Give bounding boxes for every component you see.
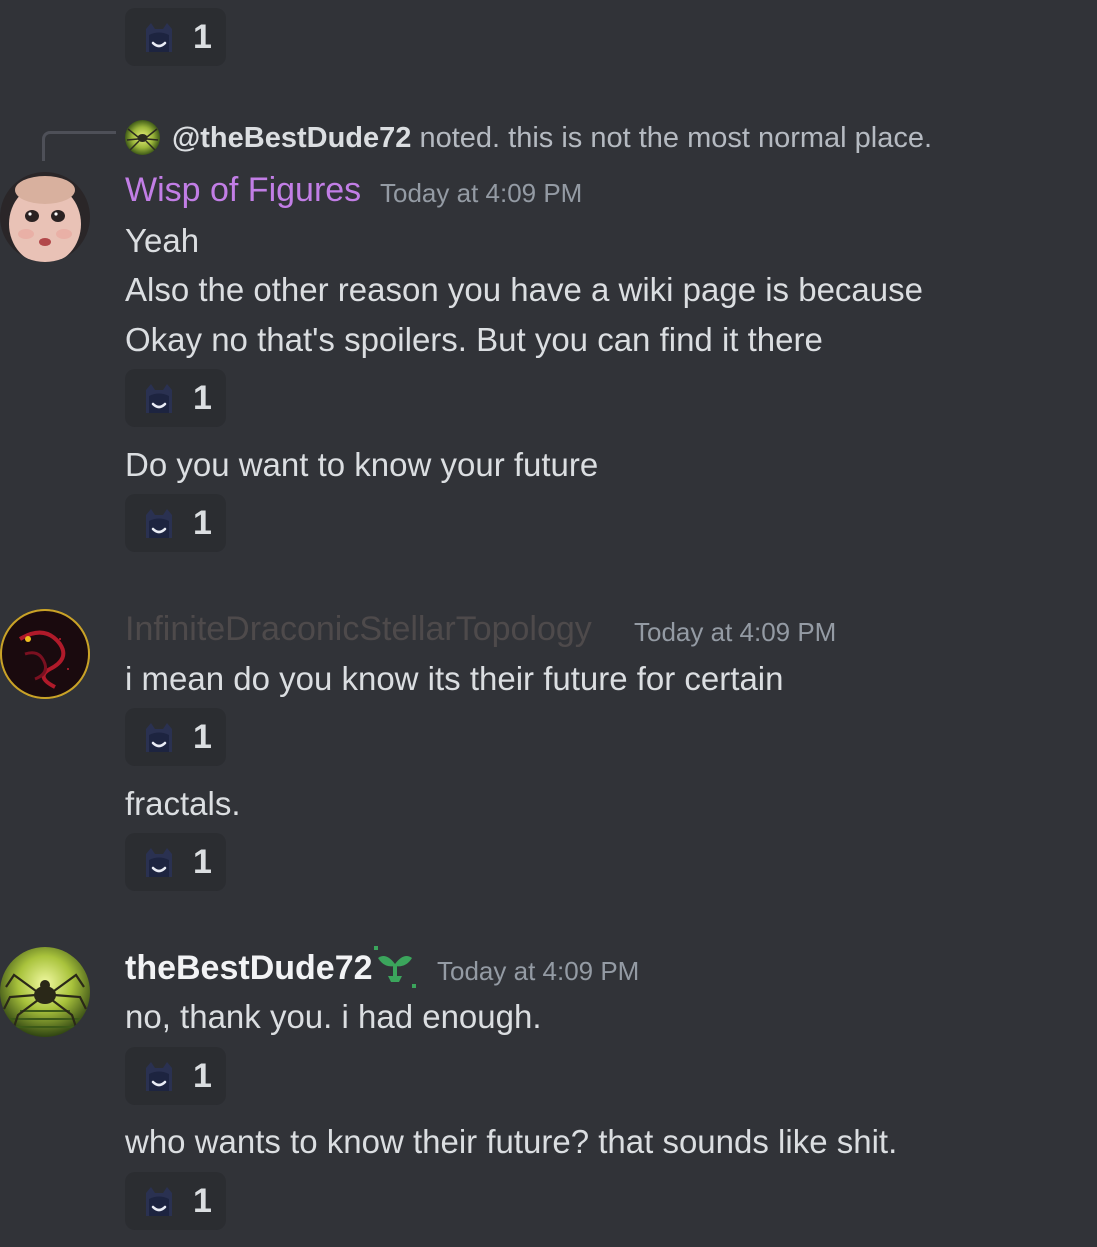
message-text: who wants to know their future? that sou… — [125, 1123, 898, 1160]
reply-text: noted. this is not the most normal place… — [419, 122, 933, 154]
reply-mention[interactable]: @theBestDude72 — [172, 122, 411, 154]
reaction-count: 1 — [193, 379, 212, 417]
reply-preview[interactable]: @theBestDude72 noted. this is not the mo… — [172, 118, 932, 158]
dragon-avatar-icon — [0, 609, 90, 699]
reaction-button[interactable]: 1 — [125, 833, 226, 891]
message-line: i mean do you know its their future for … — [125, 660, 784, 697]
hooded-face-emoji-icon — [141, 1185, 177, 1217]
reaction-button[interactable]: 1 — [125, 369, 226, 427]
reaction-button[interactable]: 1 — [125, 494, 226, 552]
message-line: Also the other reason you have a wiki pa… — [125, 271, 923, 308]
avatar-infinite-draconic[interactable] — [0, 609, 90, 699]
message-text: Do you want to know your future — [125, 446, 599, 483]
hooded-face-emoji-icon — [141, 21, 177, 53]
timestamp[interactable]: Today at 4:09 PM — [437, 956, 639, 986]
reaction-count: 1 — [193, 504, 212, 542]
message-text: fractals. — [125, 785, 241, 822]
reaction-count: 1 — [193, 1057, 212, 1095]
timestamp[interactable]: Today at 4:09 PM — [634, 617, 836, 647]
hooded-face-emoji-icon — [141, 382, 177, 414]
hooded-face-emoji-icon — [141, 721, 177, 753]
avatar-thebestdude72[interactable] — [0, 947, 90, 1037]
reaction-button[interactable]: 1 — [125, 708, 226, 766]
message-line: Yeah — [125, 222, 200, 259]
reaction-count: 1 — [193, 1182, 212, 1220]
reply-connector — [42, 131, 116, 161]
spider-avatar-icon — [125, 120, 160, 155]
avatar-wisp-of-figures[interactable] — [0, 172, 90, 262]
timestamp[interactable]: Today at 4:09 PM — [380, 178, 582, 208]
reaction-button[interactable]: 1 — [125, 8, 226, 66]
reply-avatar[interactable] — [125, 120, 160, 155]
sprout-badge-icon[interactable] — [372, 944, 418, 990]
hooded-face-emoji-icon — [141, 507, 177, 539]
hooded-face-emoji-icon — [141, 1060, 177, 1092]
username-wisp-of-figures[interactable]: Wisp of Figures — [125, 170, 361, 210]
doll-avatar-icon — [0, 172, 90, 262]
reaction-count: 1 — [193, 718, 212, 756]
message-line: Okay no that's spoilers. But you can fin… — [125, 321, 823, 358]
reaction-button[interactable]: 1 — [125, 1172, 226, 1230]
message-line: no, thank you. i had enough. — [125, 998, 542, 1035]
reaction-count: 1 — [193, 18, 212, 56]
username-infinite-draconic[interactable]: InfiniteDraconicStellarTopology — [125, 609, 592, 649]
username-thebestdude72[interactable]: theBestDude72 — [125, 948, 373, 988]
reaction-button[interactable]: 1 — [125, 1047, 226, 1105]
reaction-count: 1 — [193, 843, 212, 881]
spider-avatar-icon — [0, 947, 90, 1037]
hooded-face-emoji-icon — [141, 846, 177, 878]
